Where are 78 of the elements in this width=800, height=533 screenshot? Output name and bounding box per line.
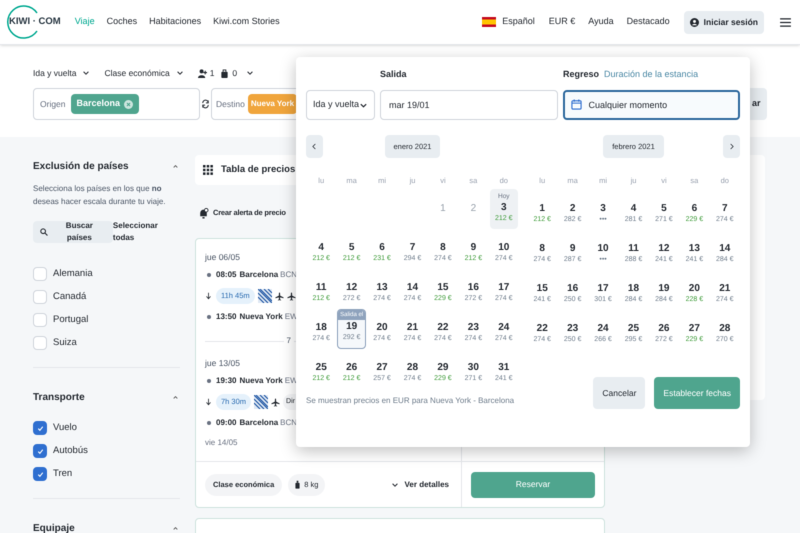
grid-icon (203, 165, 213, 175)
checkbox-label: Vuelo (53, 420, 77, 435)
nav-link[interactable]: Habitaciones (149, 15, 202, 29)
chevron-down-icon (82, 69, 90, 77)
cabin-class-dropdown[interactable]: Clase económica (104, 66, 184, 80)
passengers-dropdown[interactable]: 1 0 (198, 66, 254, 80)
search-icon (40, 228, 48, 236)
currency-link[interactable]: EUR € (548, 15, 576, 29)
section-title: Transporte (33, 390, 85, 404)
chevron-down-icon (176, 69, 184, 77)
checkmark-icon (36, 424, 44, 432)
nights-label: 7 (286, 335, 291, 347)
nav-link[interactable]: Ayuda (588, 15, 614, 29)
checkbox-label: Canadá (53, 290, 86, 304)
checkbox-label: Tren (53, 466, 72, 481)
return-date-field[interactable]: Cualquier momento (562, 90, 740, 120)
logo[interactable]: KIWI · COM (6, 4, 61, 40)
field-label: Salida (380, 68, 408, 82)
section-title: Equipaje (33, 522, 75, 533)
bell-icon (198, 208, 209, 218)
city-name: Barcelona (239, 269, 278, 281)
search-countries-button[interactable]: Buscar países (33, 221, 113, 243)
checkbox-label: Suiza (53, 336, 77, 350)
nav-link[interactable]: Destacado (626, 15, 670, 29)
checkbox[interactable] (33, 421, 47, 435)
arrow-down-icon (205, 292, 212, 300)
chevron-right-icon (729, 143, 734, 150)
time-label: 09:00 (216, 417, 236, 429)
nav-link[interactable]: Kiwi.com Stories (213, 15, 280, 29)
departure-date-field[interactable]: mar 19/01 (380, 90, 558, 120)
language-link[interactable]: Español (502, 15, 535, 29)
date-label: jue 13/05 (205, 357, 240, 369)
plane-icon (274, 292, 284, 300)
checkmark-icon (36, 470, 44, 478)
swap-icon[interactable] (201, 99, 210, 109)
checkmark-icon (36, 446, 44, 456)
flag-icon[interactable] (482, 17, 496, 27)
trip-type-dropdown[interactable]: Ida y vuelta (306, 90, 375, 120)
city-name: Barcelona (239, 417, 278, 429)
trip-type-dropdown[interactable]: Ida y vuelta (33, 66, 90, 80)
field-label: Origen (40, 98, 66, 110)
cancel-button[interactable]: Cancelar (593, 377, 646, 409)
checkbox[interactable] (33, 467, 47, 481)
field-label: Destino (216, 98, 245, 110)
striped-logo-icon (258, 289, 272, 303)
chevron-down-icon (390, 480, 399, 488)
city-name: Nueva York (239, 311, 283, 323)
city-name: Nueva York (239, 375, 283, 387)
chevron-left-icon (312, 143, 317, 150)
price-note: Se muestran precios en EUR para Nueva York - Barcelona (306, 395, 516, 407)
chevron-down-icon (246, 69, 254, 77)
login-button[interactable]: Iniciar sesión (684, 10, 764, 34)
date-label: jue 06/05 (205, 251, 240, 263)
checkbox[interactable] (33, 444, 47, 458)
bag-icon (295, 480, 300, 489)
checkbox-label: Portugal (53, 312, 88, 327)
person-icon (198, 68, 207, 78)
bag-icon (220, 68, 230, 78)
select-all-link[interactable]: Seleccionar todas (112, 220, 180, 244)
menu-icon[interactable] (780, 18, 791, 26)
plane-icon (271, 398, 280, 406)
nav-link[interactable]: Coches (106, 15, 138, 29)
section-title: Exclusión de países (33, 160, 129, 174)
calendar-icon (570, 99, 582, 110)
date-label: vie 14/05 (205, 437, 238, 449)
checkbox-label: Autobús (53, 444, 88, 458)
section-description: Selecciona los países en los que no deseas hacer escala durante tu viaje. (33, 183, 167, 208)
striped-logo-icon (254, 395, 268, 409)
plane-icon (286, 292, 296, 300)
checkbox-label: Alemania (53, 266, 93, 281)
time-label: 08:05 (216, 269, 236, 281)
time-label: 19:30 (216, 375, 236, 387)
details-button[interactable]: Ver detalles (390, 478, 449, 490)
arrow-down-icon (205, 398, 212, 406)
time-label: 13:50 (216, 311, 236, 323)
field-label: Regreso (563, 68, 600, 82)
user-icon (690, 18, 699, 26)
stay-duration-link[interactable]: Duración de la estancia (604, 68, 698, 82)
